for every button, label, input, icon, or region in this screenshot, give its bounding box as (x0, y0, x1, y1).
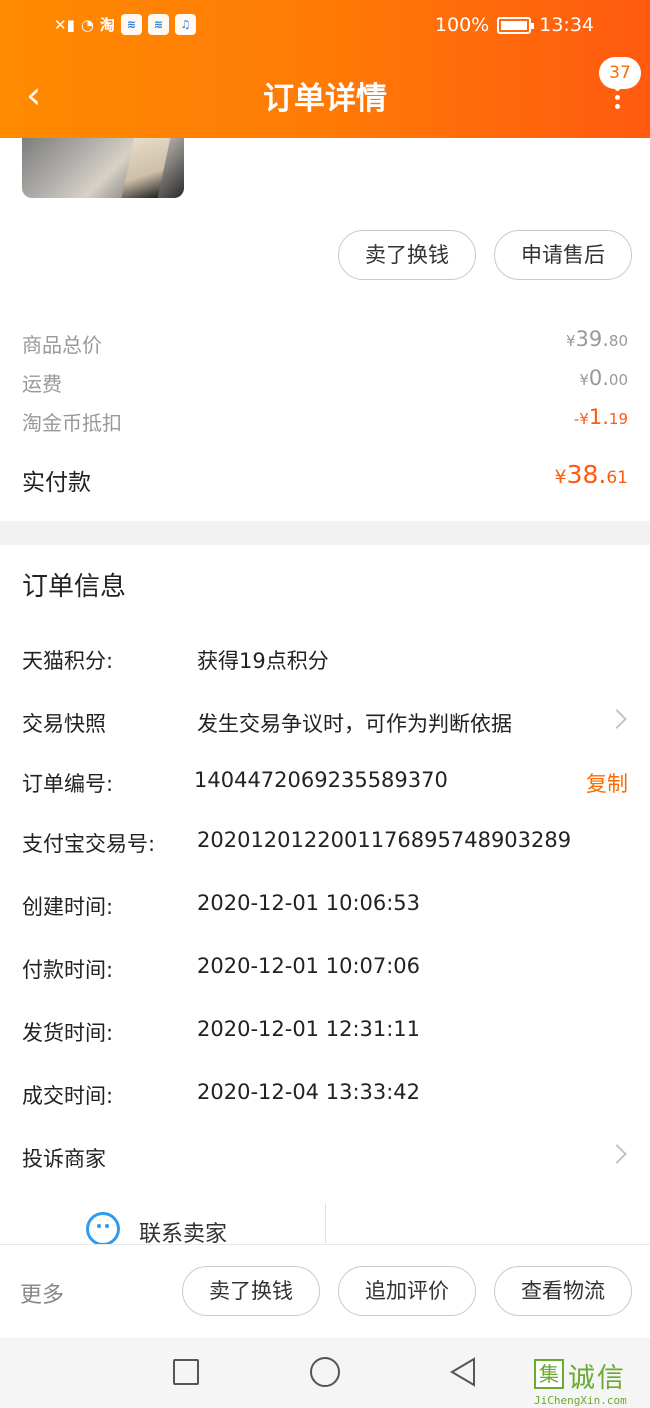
message-badge[interactable]: 37 (599, 57, 641, 89)
triangle-back-icon[interactable] (448, 1356, 478, 1388)
clock: 13:34 (539, 14, 594, 36)
section-divider (0, 521, 650, 545)
alipay-number-label: 支付宝交易号: (22, 832, 156, 856)
created-time-value: 2020-12-01 10:06:53 (197, 891, 421, 915)
paid-time-label: 付款时间: (22, 958, 114, 982)
coin-deduct-value: -¥1.19 (573, 405, 628, 429)
status-bar: ✕▮ ◔ 淘 ≋ ≋ ♫ 100% 13:34 (0, 8, 650, 44)
copy-order-number-button[interactable]: 复制 (586, 768, 628, 798)
wifi-icon: ◔ (80, 15, 94, 34)
shipping-label: 运费 (22, 372, 62, 396)
chevron-right-icon[interactable] (607, 709, 627, 729)
paid-value: ¥38.61 (554, 460, 629, 489)
battery-icon (497, 16, 535, 34)
paid-label: 实付款 (22, 470, 91, 496)
page-title: 订单详情 (263, 81, 387, 117)
completed-time-label: 成交时间: (22, 1084, 114, 1108)
completed-time-value: 2020-12-04 13:33:42 (197, 1080, 421, 1104)
wifi-app-icon-2: ≋ (147, 14, 169, 35)
after-sale-button[interactable]: 申请售后 (494, 230, 632, 280)
snapshot-value[interactable]: 发生交易争议时，可作为判断依据 (197, 708, 512, 738)
sell-for-cash-bottom-button[interactable]: 卖了换钱 (182, 1266, 320, 1316)
contact-separator (325, 1203, 326, 1243)
taobao-notify-icon: 淘 (99, 16, 115, 34)
snapshot-label[interactable]: 交易快照 (22, 708, 106, 738)
status-icons-right: 100% 13:34 (435, 14, 594, 36)
more-vertical-icon[interactable] (610, 86, 624, 114)
view-logistics-button[interactable]: 查看物流 (494, 1266, 632, 1316)
complaint-link[interactable]: 投诉商家 (22, 1143, 106, 1173)
order-number-value: 1404472069235589370 (194, 768, 448, 792)
watermark-logo: 集 诚信 JiChengXin.com (534, 1356, 650, 1408)
add-review-button[interactable]: 追加评价 (338, 1266, 476, 1316)
square-icon[interactable] (173, 1359, 199, 1385)
wifi-app-icon: ≋ (120, 14, 142, 35)
shipping-value: ¥0.00 (579, 366, 628, 390)
points-label: 天猫积分: (22, 649, 114, 673)
goods-total-label: 商品总价 (22, 333, 102, 357)
points-value: 获得19点积分 (197, 649, 329, 673)
top-header: ✕▮ ◔ 淘 ≋ ≋ ♫ 100% 13:34 ‹ 订单详情 37 (0, 0, 650, 138)
music-icon: ♫ (174, 14, 196, 35)
alipay-number-value: 2020120122001176895748903289 (197, 828, 572, 852)
paid-time-value: 2020-12-01 10:07:06 (197, 954, 421, 978)
product-thumbnail[interactable] (22, 138, 184, 198)
more-button[interactable]: 更多 (20, 1277, 64, 1309)
shipped-time-label: 发货时间: (22, 1021, 114, 1045)
chat-smile-icon[interactable] (86, 1212, 120, 1246)
chevron-right-icon[interactable] (607, 1144, 627, 1164)
watermark-box-char: 集 (534, 1359, 564, 1389)
status-icons-left: ✕▮ ◔ 淘 ≋ ≋ ♫ (54, 14, 196, 35)
signal-off-icon: ✕▮ (54, 15, 75, 34)
battery-fill (501, 20, 528, 30)
order-info-title: 订单信息 (22, 572, 127, 602)
watermark-text: 诚信 (568, 1363, 626, 1394)
watermark-url: JiChengXin.com (534, 1394, 627, 1407)
shipped-time-value: 2020-12-01 12:31:11 (197, 1017, 421, 1041)
order-number-label: 订单编号: (22, 772, 114, 796)
sell-for-cash-button[interactable]: 卖了换钱 (338, 230, 476, 280)
created-time-label: 创建时间: (22, 895, 114, 919)
goods-total-value: ¥39.80 (565, 327, 628, 351)
coin-deduct-label: 淘金币抵扣 (22, 411, 122, 435)
battery-text: 100% (434, 14, 490, 36)
circle-icon[interactable] (310, 1357, 340, 1387)
